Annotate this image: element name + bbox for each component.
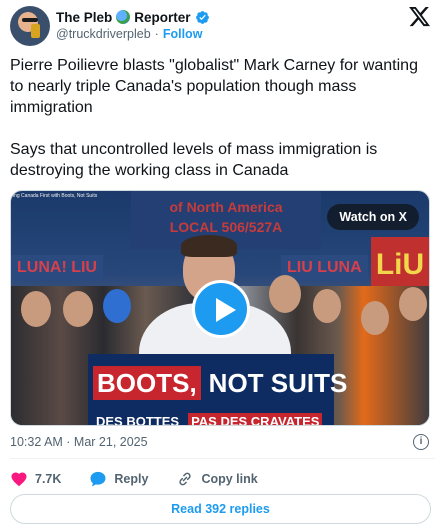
play-icon[interactable] <box>192 280 250 338</box>
podium-sign-french: DES BOTTES PAS DES CRAVATES <box>93 413 323 426</box>
link-icon <box>179 472 192 486</box>
watch-on-x-button[interactable]: Watch on X <box>327 204 419 230</box>
verified-badge-icon <box>195 10 209 24</box>
follow-button[interactable]: Follow <box>163 27 203 41</box>
read-replies-button[interactable]: Read 392 replies <box>10 494 431 524</box>
author-avatar[interactable] <box>10 6 50 46</box>
copy-link-label: Copy link <box>201 472 258 486</box>
reply-button[interactable]: Reply <box>89 470 148 488</box>
tweet-card: The Pleb Reporter @truckdriverpleb · Fol… <box>0 0 445 529</box>
like-count: 7.7K <box>35 472 62 486</box>
luna-banner-left: LUNA! LIU <box>11 255 103 281</box>
speaker-hair <box>181 235 237 257</box>
avatar-sunglasses <box>22 18 38 22</box>
crowd-person <box>63 291 93 327</box>
globe-emoji-icon <box>116 10 131 24</box>
avatar-can <box>31 24 40 38</box>
divider <box>10 458 435 459</box>
author-name-line[interactable]: The Pleb Reporter <box>56 8 210 26</box>
tweet-text: Pierre Poilievre blasts "globalist" Mark… <box>10 57 418 179</box>
x-logo-icon[interactable] <box>409 7 431 27</box>
author-handle-line: @truckdriverpleb · Follow <box>56 27 202 41</box>
sign-text-boots: BOOTS, <box>93 366 201 400</box>
crowd-person <box>103 289 131 323</box>
crowd-person <box>313 289 341 323</box>
copy-link-button[interactable]: Copy link <box>176 470 258 488</box>
sign-text-pas-des-cravates: PAS DES CRAVATES <box>188 413 323 425</box>
author-name[interactable]: The Pleb <box>56 10 112 25</box>
author-name-suffix[interactable]: Reporter <box>134 10 190 25</box>
sign-text-not-suits: NOT SUITS <box>208 368 348 398</box>
like-button[interactable]: 7.7K <box>10 470 61 488</box>
info-icon[interactable]: i <box>413 434 429 450</box>
heart-icon <box>11 472 27 487</box>
crowd-person <box>361 301 389 335</box>
reply-label: Reply <box>114 472 149 486</box>
crowd-person <box>399 287 427 321</box>
video-media[interactable]: of North America LOCAL 506/527A LUNA! LI… <box>10 190 430 426</box>
podium-sign: BOOTS, NOT SUITS <box>93 366 351 400</box>
timestamp[interactable]: 10:32 AM · Mar 21, 2025 <box>10 435 148 449</box>
luna-banner-right: LIU LUNA <box>281 255 368 281</box>
liu-sign: LiU <box>371 237 429 293</box>
reply-bubble-icon <box>90 471 106 487</box>
author-handle[interactable]: @truckdriverpleb <box>56 27 151 41</box>
crowd-person <box>21 291 51 327</box>
action-bar: 7.7K Reply Copy link <box>10 469 286 489</box>
video-caption: ing Canada First with Boots, Not Suits <box>13 193 98 199</box>
sign-text-des-bottes: DES BOTTES <box>96 414 180 426</box>
handle-separator: · <box>154 27 159 41</box>
